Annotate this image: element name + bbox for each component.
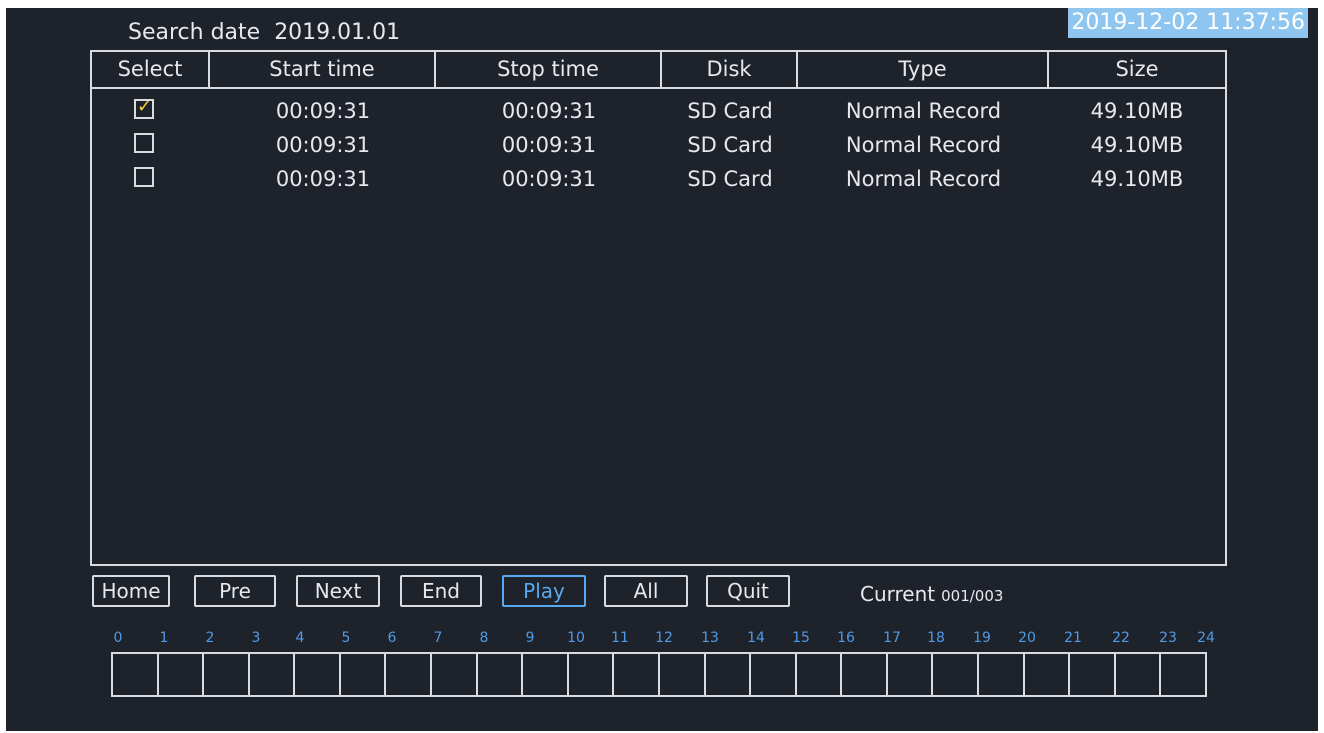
cell-start-time: 00:09:31 <box>275 99 371 123</box>
hour-label: 11 <box>611 630 629 646</box>
timeline-hour-cell[interactable] <box>432 654 478 695</box>
all-button[interactable]: All <box>604 575 688 607</box>
timeline-hour-cell[interactable] <box>386 654 433 695</box>
row-checkbox[interactable] <box>134 133 154 153</box>
timeline-hour-cell[interactable] <box>1161 654 1205 695</box>
cell-start-time: 00:09:31 <box>275 167 371 191</box>
cell-size: 49.10MB <box>1090 167 1184 191</box>
cell-disk: SD Card <box>687 99 773 123</box>
hour-label: 6 <box>387 630 397 646</box>
hour-label: 9 <box>525 630 535 646</box>
hour-label: 2 <box>205 630 215 646</box>
timeline-hour-cell[interactable] <box>204 654 250 695</box>
cell-stop-time: 00:09:31 <box>501 133 597 157</box>
header-disk: Disk <box>662 52 798 87</box>
timeline-hour-cell[interactable] <box>797 654 843 695</box>
row-checkbox[interactable]: ✓ <box>134 96 154 119</box>
play-button[interactable]: Play <box>502 575 586 607</box>
timeline-hour-cell[interactable] <box>706 654 752 695</box>
timeline-hour-cell[interactable] <box>250 654 296 695</box>
hour-label: 5 <box>341 630 351 646</box>
timeline-hour-cell[interactable] <box>660 654 706 695</box>
hour-label: 15 <box>792 630 810 646</box>
hour-label: 13 <box>701 630 719 646</box>
timeline-hour-cell[interactable] <box>1116 654 1162 695</box>
timeline-hour-cell[interactable] <box>1070 654 1116 695</box>
table-body: ✓ 00:09:31 00:09:31 SD Card Normal Recor… <box>92 94 1225 196</box>
hour-label: 14 <box>747 630 765 646</box>
timeline-hour-cell[interactable] <box>842 654 888 695</box>
current-label: Current <box>860 582 936 606</box>
hour-label: 16 <box>837 630 855 646</box>
search-date-label: Search date <box>128 20 261 45</box>
header-select: Select <box>92 52 210 87</box>
checkmark-icon: ✓ <box>137 96 153 117</box>
timeline-bar[interactable] <box>111 652 1207 697</box>
timeline-hour-cell[interactable] <box>569 654 615 695</box>
timeline-hour-cell[interactable] <box>478 654 524 695</box>
timeline-hour-cell[interactable] <box>341 654 387 695</box>
cell-stop-time: 00:09:31 <box>501 167 597 191</box>
hour-label: 23 <box>1159 630 1177 646</box>
current-indicator: Current 001/003 <box>860 582 1003 606</box>
hour-label: 20 <box>1018 630 1036 646</box>
cell-size: 49.10MB <box>1090 133 1184 157</box>
cell-type: Normal Record <box>845 133 1002 157</box>
row-checkbox[interactable] <box>134 167 154 187</box>
timeline-hour-cell[interactable] <box>295 654 341 695</box>
record-table: Select Start time Stop time Disk Type Si… <box>90 50 1227 566</box>
current-value: 001/003 <box>941 587 1004 605</box>
table-row[interactable]: ✓ 00:09:31 00:09:31 SD Card Normal Recor… <box>92 94 1225 128</box>
hour-label: 8 <box>479 630 489 646</box>
timeline-hour-cell[interactable] <box>751 654 797 695</box>
timeline-hour-cell[interactable] <box>159 654 205 695</box>
cell-type: Normal Record <box>845 167 1002 191</box>
search-date-value: 2019.01.01 <box>274 20 401 45</box>
cell-disk: SD Card <box>687 133 773 157</box>
timeline-hour-cell[interactable] <box>523 654 569 695</box>
cell-size: 49.10MB <box>1090 99 1184 123</box>
timeline-hour-cell[interactable] <box>888 654 934 695</box>
hour-label: 7 <box>433 630 443 646</box>
system-clock: 2019-12-02 11:37:56 <box>1068 8 1308 38</box>
header-stop-time: Stop time <box>436 52 662 87</box>
timeline-hour-cell[interactable] <box>614 654 660 695</box>
hour-label: 0 <box>113 630 123 646</box>
header-size: Size <box>1115 57 1159 81</box>
hour-label: 10 <box>567 630 585 646</box>
next-button[interactable]: Next <box>296 575 380 607</box>
cell-stop-time: 00:09:31 <box>501 99 597 123</box>
search-date: Search date 2019.01.01 <box>128 20 400 45</box>
hour-label: 21 <box>1064 630 1082 646</box>
cell-disk: SD Card <box>687 167 773 191</box>
cell-start-time: 00:09:31 <box>275 133 371 157</box>
hour-label: 19 <box>973 630 991 646</box>
timeline-hour-cell[interactable] <box>979 654 1025 695</box>
header-type: Type <box>798 52 1049 87</box>
timeline-hour-cell[interactable] <box>933 654 979 695</box>
hour-label: 18 <box>927 630 945 646</box>
timeline-hour-cell[interactable] <box>1025 654 1071 695</box>
hour-label: 4 <box>295 630 305 646</box>
hour-label: 1 <box>159 630 169 646</box>
home-button[interactable]: Home <box>92 575 170 607</box>
hour-label: 17 <box>883 630 901 646</box>
end-button[interactable]: End <box>400 575 482 607</box>
table-header: Select Start time Stop time Disk Type Si… <box>92 52 1225 89</box>
hour-label: 3 <box>251 630 261 646</box>
pre-button[interactable]: Pre <box>194 575 276 607</box>
hour-label: 22 <box>1112 630 1130 646</box>
header-start-time: Start time <box>210 52 436 87</box>
hour-label: 12 <box>655 630 673 646</box>
quit-button[interactable]: Quit <box>706 575 790 607</box>
hour-label: 24 <box>1197 630 1215 646</box>
table-row[interactable]: 00:09:31 00:09:31 SD Card Normal Record … <box>92 128 1225 162</box>
cell-type: Normal Record <box>845 99 1002 123</box>
timeline-hour-labels: 0 1 2 3 4 5 6 7 8 9 10 11 12 13 14 15 16… <box>0 630 1324 650</box>
timeline-hour-cell[interactable] <box>113 654 159 695</box>
table-row[interactable]: 00:09:31 00:09:31 SD Card Normal Record … <box>92 162 1225 196</box>
